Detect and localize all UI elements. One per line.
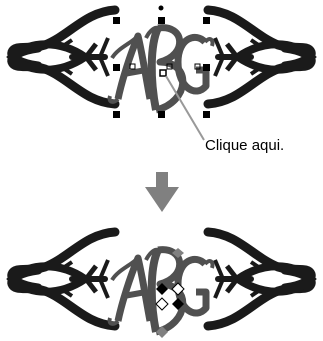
square-handle-icon[interactable]: [113, 17, 120, 24]
right-scroll-ornament: [208, 10, 311, 104]
left-scroll-ornament: [12, 232, 115, 326]
square-handle-icon[interactable]: [203, 111, 210, 118]
square-handle-icon[interactable]: [158, 17, 165, 24]
square-handle-icon[interactable]: [159, 69, 167, 77]
left-scroll-ornament: [12, 10, 115, 104]
callout-label: Clique aqui.: [205, 137, 285, 154]
bottom-embroidery-design: [12, 232, 311, 332]
square-handle-icon[interactable]: [113, 111, 120, 118]
square-handle-icon[interactable]: [158, 111, 165, 118]
square-handle-icon[interactable]: [113, 64, 120, 71]
down-arrow-icon: [145, 172, 179, 212]
diamond-handle-icon[interactable]: [155, 297, 169, 311]
square-handle-icon[interactable]: [203, 64, 210, 71]
embroidery-illustration: [0, 5, 323, 338]
right-scroll-ornament: [208, 232, 311, 326]
square-handle-icon[interactable]: [203, 17, 210, 24]
rotate-handle-icon[interactable]: [158, 5, 164, 11]
top-embroidery-design: [12, 10, 311, 110]
